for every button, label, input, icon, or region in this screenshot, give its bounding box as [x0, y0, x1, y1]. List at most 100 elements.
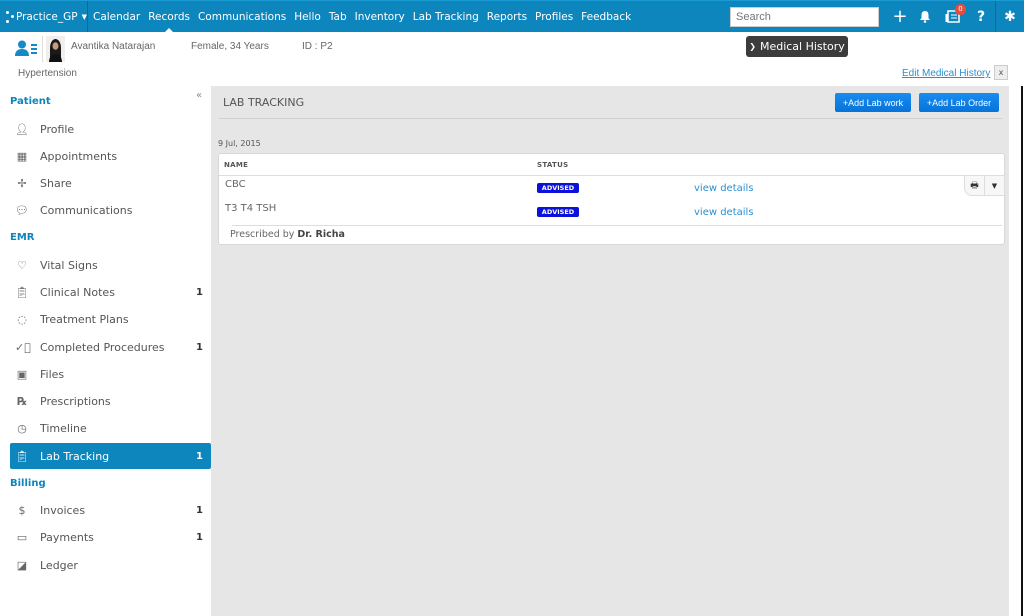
right-edge [1009, 86, 1024, 616]
sidebar-item-label: Vital Signs [40, 258, 98, 272]
patient-list-icon[interactable] [15, 40, 39, 59]
sidebar-item-label: Ledger [40, 558, 78, 572]
nav-profiles[interactable]: Profiles [535, 11, 573, 23]
item-count: 1 [196, 504, 203, 516]
clipboard-icon: 📋︎ [15, 285, 29, 299]
patient-condition: Hypertension [18, 68, 77, 79]
close-button[interactable]: x [994, 65, 1008, 80]
divider [42, 36, 43, 62]
add-lab-work-button[interactable]: +Add Lab work [835, 93, 911, 112]
divider [232, 225, 1002, 226]
patient-name[interactable]: Avantika Natarajan [71, 41, 155, 52]
sidebar-item-invoices[interactable]: $ Invoices 1 [10, 498, 211, 522]
nav-lab-tracking[interactable]: Lab Tracking [413, 11, 479, 23]
medical-history-label: Medical History [759, 40, 845, 53]
sidebar-item-label: Prescriptions [40, 394, 111, 408]
nav-divider [995, 1, 996, 32]
nav-reports[interactable]: Reports [487, 11, 527, 23]
status-badge: ADVISED [537, 183, 579, 193]
image-icon: ▣ [16, 367, 28, 381]
calendar-icon: ▦ [16, 149, 28, 163]
sidebar-item-label: Lab Tracking [40, 449, 110, 463]
sidebar-item-appointments[interactable]: ▦ Appointments [10, 144, 211, 168]
patient-gender-age: Female, 34 Years [191, 41, 269, 52]
sidebar-item-share[interactable]: ✢ Share [10, 171, 211, 195]
bell-icon[interactable] [918, 1, 932, 32]
clock-icon: ◷ [17, 421, 27, 435]
collapse-sidebar-icon[interactable]: « [196, 90, 202, 101]
doctor-name: Dr. Richa [297, 229, 345, 240]
sidebar-item-timeline[interactable]: ◷ Timeline [10, 416, 211, 440]
item-count: 1 [196, 450, 203, 462]
patient-header: Avantika Natarajan Female, 34 Years ID :… [0, 32, 1024, 87]
sidebar: « Patient 👤︎ Profile ▦ Appointments ✢ Sh… [0, 86, 211, 616]
sidebar-item-label: Treatment Plans [40, 312, 129, 326]
sidebar-item-label: Completed Procedures [40, 340, 165, 354]
edit-medical-history-link[interactable]: Edit Medical History [902, 68, 990, 79]
help-icon[interactable]: ? [975, 1, 987, 32]
sidebar-item-label: Timeline [40, 421, 87, 435]
profile-icon: 👤︎ [15, 122, 29, 136]
view-details-link[interactable]: view details [694, 207, 754, 218]
sidebar-item-completed-procedures[interactable]: ✓⃝ Completed Procedures 1 [10, 335, 211, 359]
sidebar-item-label: Communications [40, 203, 133, 217]
heart-icon: ♡ [17, 258, 27, 272]
share-icon: ✢ [17, 176, 27, 190]
item-count: 1 [196, 341, 203, 353]
clipboard-icon: 📋︎ [15, 449, 29, 463]
view-details-link[interactable]: view details [694, 183, 754, 194]
practice-name: Practice_GP [15, 10, 78, 23]
sidebar-item-label: Files [40, 367, 65, 381]
sidebar-item-ledger[interactable]: ◪ Ledger [10, 553, 211, 577]
practice-switcher[interactable]: Practice_GP ▼ [0, 1, 88, 32]
sidebar-item-profile[interactable]: 👤︎ Profile [10, 117, 211, 141]
medical-history-button[interactable]: ❯ Medical History [746, 36, 848, 57]
sidebar-item-prescriptions[interactable]: ℞ Prescriptions [10, 389, 211, 413]
chevron-down-icon: ❯ [749, 42, 756, 51]
sidebar-item-payments[interactable]: ▭ Payments 1 [10, 525, 211, 549]
sidebar-item-files[interactable]: ▣ Files [10, 362, 211, 386]
section-patient: Patient [10, 96, 51, 107]
sidebar-item-label: Payments [40, 530, 94, 544]
nav-inventory[interactable]: Inventory [355, 11, 405, 23]
nav-feedback[interactable]: Feedback [581, 11, 631, 23]
sidebar-item-treatment-plans[interactable]: ◌ Treatment Plans [10, 307, 211, 331]
nav-communications[interactable]: Communications [198, 11, 286, 23]
sidebar-item-vital-signs[interactable]: ♡ Vital Signs [10, 253, 211, 277]
add-lab-order-button[interactable]: +Add Lab Order [919, 93, 999, 112]
chat-icon: 💬︎ [15, 203, 29, 217]
sidebar-item-label: Invoices [40, 503, 86, 517]
section-billing: Billing [10, 478, 46, 489]
divider [219, 175, 1004, 176]
payment-icon: ▭ [16, 530, 28, 544]
dotted-circle-icon: ◌ [17, 312, 27, 326]
chevron-down-icon: ▼ [81, 12, 87, 21]
chevron-down-icon[interactable]: ▼ [984, 176, 1004, 195]
gear-icon[interactable]: ✱ [1002, 1, 1018, 32]
print-button-group: 🖶︎ ▼ [964, 175, 1005, 196]
patient-avatar [46, 36, 65, 62]
prescribed-by: Prescribed by Dr. Richa [230, 229, 345, 240]
lab-name: CBC [225, 179, 246, 190]
item-count: 1 [196, 286, 203, 298]
invoice-icon: $ [18, 503, 26, 517]
nav-records[interactable]: Records [148, 11, 190, 33]
sidebar-item-label: Share [40, 176, 72, 190]
sidebar-item-label: Profile [40, 122, 75, 136]
lab-name: T3 T4 TSH [225, 203, 277, 214]
nav-calendar[interactable]: Calendar [93, 11, 140, 23]
column-header-name: NAME [224, 161, 249, 169]
search-input[interactable] [730, 7, 879, 27]
plus-icon[interactable]: + [892, 1, 908, 32]
status-badge: ADVISED [537, 207, 579, 217]
sidebar-item-clinical-notes[interactable]: 📋︎ Clinical Notes 1 [10, 280, 211, 304]
print-icon[interactable]: 🖶︎ [965, 176, 984, 195]
item-count: 1 [196, 531, 203, 543]
sidebar-item-lab-tracking[interactable]: 📋︎ Lab Tracking 1 [10, 443, 211, 469]
sidebar-item-communications[interactable]: 💬︎ Communications [10, 198, 211, 222]
nav-tab[interactable]: Tab [329, 11, 347, 23]
nav-hello[interactable]: Hello [294, 11, 321, 23]
main-menu: Calendar Records Communications Hello Ta… [93, 1, 639, 33]
divider [1021, 86, 1023, 616]
sidebar-item-label: Appointments [40, 149, 118, 163]
